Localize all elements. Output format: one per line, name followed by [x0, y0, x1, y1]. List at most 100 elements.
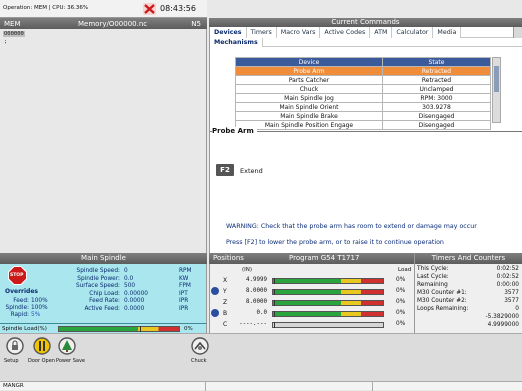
- toolbar-door-open[interactable]: Door Open: [28, 337, 55, 367]
- spindle-stat-row: Feed Rate: 0.0000 IPR: [62, 298, 204, 306]
- program-mode: MEM: [4, 19, 21, 28]
- program-line-text: ;: [4, 39, 8, 45]
- axis-value: 8.0000: [246, 299, 267, 305]
- subtab-mechanisms[interactable]: Mechanisms: [210, 37, 263, 47]
- timer-label: M30 Counter #1:: [417, 290, 467, 296]
- probe-arm-section-title: Probe Arm: [212, 127, 257, 135]
- main-spindle-title: Main Spindle: [81, 254, 126, 262]
- device-row[interactable]: Parts Catcher Retracted: [235, 75, 491, 85]
- axis-load-tick: [274, 311, 275, 317]
- spindle-stat-value: 0.00000: [124, 290, 148, 297]
- program-number: O00000: [3, 31, 25, 37]
- header-device: Device: [235, 57, 383, 67]
- tab-calculator[interactable]: Calculator: [392, 26, 434, 38]
- device-row[interactable]: Main Spindle Brake Disengaged: [235, 111, 491, 121]
- override-value: 100%: [31, 298, 48, 304]
- spindle-stat-row: Active Feed: 0.0000 IPR: [62, 306, 204, 314]
- override-label: Spindle:: [5, 305, 29, 311]
- axis-row-x: X 4.9999 0%: [210, 275, 415, 286]
- toolbar-chuck[interactable]: Chuck: [190, 337, 212, 367]
- table-scrollbar[interactable]: [492, 57, 501, 123]
- timers-header: Timers And Counters: [414, 253, 522, 264]
- toolbar-setup[interactable]: Setup: [4, 337, 26, 367]
- axis-load-tick: [274, 322, 275, 328]
- timer-label: Last Cycle:: [417, 274, 449, 280]
- axis-row-b: B 0.0 0%: [210, 308, 415, 319]
- axis-load: 0%: [396, 310, 406, 316]
- axis-load-bar: [272, 322, 384, 328]
- status-line: MANGR: [0, 381, 522, 391]
- device-state: RPM: 3000: [382, 93, 491, 103]
- spindle-stat-row: Spindle Speed: 0 RPM: [62, 268, 204, 276]
- axis-load: 0%: [396, 321, 406, 327]
- tab-macro-vars[interactable]: Macro Vars: [276, 26, 321, 38]
- spindle-stat-value: 0.0: [124, 275, 134, 282]
- subtab-bar: Mechanisms: [210, 37, 522, 47]
- spindle-stat-row: Surface Speed: 500 FPM: [62, 283, 204, 291]
- device-row[interactable]: Probe Arm Retracted: [235, 66, 491, 76]
- program-editor[interactable]: O00000 ;: [0, 29, 207, 253]
- chuck-icon: [191, 337, 209, 357]
- axis-label: X: [223, 277, 228, 284]
- device-row[interactable]: Main Spindle Jog RPM: 3000: [235, 93, 491, 103]
- positions-load-header: Load: [398, 267, 412, 273]
- device-row[interactable]: Main Spindle Position Engage Disengaged: [235, 120, 491, 130]
- program-header: MEM Memory/O00000.nc N5: [0, 18, 207, 29]
- tab-media[interactable]: Media: [433, 26, 462, 38]
- alarm-icon[interactable]: [143, 3, 156, 15]
- timer-label: This Cycle:: [417, 266, 449, 272]
- toolbar-power-save[interactable]: Power Save: [54, 337, 85, 367]
- current-commands-panel: Devices Timers Macro Vars Active Codes ATM Ca…: [209, 26, 522, 253]
- toolbar-setup-label: Setup: [4, 358, 19, 364]
- timer-value: -5.3829000: [485, 314, 519, 320]
- timer-value: 0:02:52: [496, 274, 519, 280]
- device-name: Chuck: [235, 84, 383, 94]
- device-name: Probe Arm: [235, 66, 383, 76]
- status-bar: Operation: MEM | CPU: 36.36% 08:43:56: [0, 0, 207, 18]
- device-row[interactable]: Main Spindle Orient 303.9278: [235, 102, 491, 112]
- axis-load: 0%: [396, 299, 406, 305]
- tab-timers[interactable]: Timers: [246, 26, 277, 38]
- device-row[interactable]: Chuck Unclamped: [235, 84, 491, 94]
- program-line: N5: [191, 19, 201, 28]
- device-state: Retracted: [382, 66, 491, 76]
- spindle-stat-value: 500: [124, 283, 136, 289]
- device-name: Main Spindle Brake: [235, 111, 383, 121]
- timer-row: Last Cycle: 0:02:52: [415, 274, 522, 282]
- axis-label: C: [223, 321, 228, 328]
- axis-home-icon[interactable]: [211, 309, 219, 317]
- spindle-stat-label: Surface Speed:: [75, 283, 120, 289]
- device-state: Retracted: [382, 75, 491, 85]
- spindle-stat-label: Active Feed:: [84, 305, 120, 312]
- spindle-stat-row: Chip Load: 0.00000 IPT: [62, 291, 204, 299]
- tab-active-codes[interactable]: Active Codes: [320, 26, 371, 38]
- overrides-list: Feed: 100% Spindle: 100% Rapid: 5%: [3, 298, 49, 319]
- spindle-stats: Spindle Speed: 0 RPM Spindle Power: 0.0 KW Sur…: [62, 268, 204, 313]
- positions-title: Positions: [213, 254, 244, 262]
- device-name: Main Spindle Jog: [235, 93, 383, 103]
- probe-instruction: Press [F2] to lower the probe arm, or to…: [226, 239, 444, 246]
- table-scroll-thumb[interactable]: [494, 66, 499, 92]
- axis-label: Y: [223, 288, 227, 295]
- device-state: Disengaged: [382, 111, 491, 121]
- axis-label: B: [223, 310, 228, 317]
- spindle-stat-label: Feed Rate:: [89, 298, 120, 304]
- timer-value: 3577: [504, 298, 519, 304]
- f2-key[interactable]: F2: [216, 164, 234, 176]
- overrides-label: Overrides: [5, 288, 38, 295]
- timers-panel: This Cycle: 0:02:52 Last Cycle: 0:02:52 Rema…: [414, 264, 522, 333]
- tab-devices[interactable]: Devices: [210, 26, 247, 38]
- probe-arm-section-line: [210, 131, 522, 132]
- current-commands-title: Current Commands: [331, 18, 400, 26]
- tab-scroll-arrow[interactable]: [513, 27, 522, 38]
- override-value: 100%: [31, 305, 48, 311]
- axis-load-tick: [274, 278, 275, 284]
- positions-panel: (IN) Load X 4.9999 0% Y 8.0000 0% Z 8.0000 0% B 0.…: [209, 264, 414, 333]
- tab-atm[interactable]: ATM: [370, 26, 393, 38]
- spindle-stat-unit: IPR: [179, 305, 189, 312]
- f2-action: Extend: [240, 167, 263, 175]
- bottom-toolbar: Setup Door Open Power Save Chuck: [0, 333, 522, 381]
- axis-row-y: Y 8.0000 0%: [210, 286, 415, 297]
- axis-home-icon[interactable]: [211, 287, 219, 295]
- main-spindle-panel: STOP Overrides Feed: 100% Spindle: 100% Rapi…: [0, 264, 207, 323]
